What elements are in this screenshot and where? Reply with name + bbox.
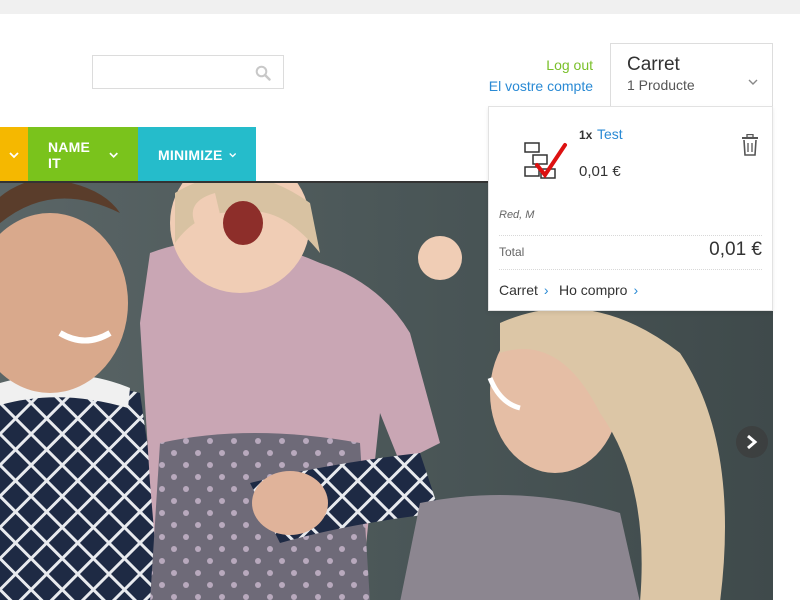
total-label: Total xyxy=(499,245,525,259)
nav-item-name-it[interactable]: NAME IT xyxy=(28,127,138,182)
search-input[interactable] xyxy=(93,56,243,88)
view-cart-link[interactable]: Carret › xyxy=(499,282,549,298)
view-cart-label: Carret xyxy=(499,282,538,298)
cart-title: Carret xyxy=(627,54,680,75)
nav-item-partial[interactable] xyxy=(0,127,28,182)
product-thumbnail[interactable] xyxy=(521,139,569,183)
divider xyxy=(499,269,762,270)
cart-header[interactable]: Carret 1 Producte xyxy=(610,43,773,107)
chevron-down-icon xyxy=(748,79,758,85)
cart-dropdown: 1x Test 0,01 € Red, M Total 0,01 € Carre… xyxy=(488,106,773,311)
item-name-link[interactable]: Test xyxy=(597,126,623,142)
slider-next-button[interactable] xyxy=(736,426,768,458)
main-nav: NAME IT MINIMIZE xyxy=(0,127,256,182)
divider xyxy=(499,235,762,236)
nav-item-label: NAME IT xyxy=(48,138,91,171)
account-link[interactable]: El vostre compte xyxy=(489,76,593,97)
nav-item-label: MINIMIZE xyxy=(158,146,223,163)
logout-link[interactable]: Log out xyxy=(489,55,593,76)
item-variant: Red, M xyxy=(499,209,535,221)
checkout-link[interactable]: Ho compro › xyxy=(559,282,638,298)
nav-item-minimize[interactable]: MINIMIZE xyxy=(138,127,256,182)
chevron-right-icon: › xyxy=(633,282,639,298)
chevron-down-icon xyxy=(228,152,236,157)
chevron-down-icon xyxy=(9,151,19,158)
top-strip xyxy=(0,0,800,14)
item-price: 0,01 € xyxy=(579,163,621,180)
search-icon[interactable] xyxy=(255,65,271,81)
checkout-label: Ho compro xyxy=(559,282,628,298)
trash-icon[interactable] xyxy=(740,134,760,156)
chevron-right-icon: › xyxy=(543,282,549,298)
cart-count: 1 Producte xyxy=(627,77,695,93)
account-links: Log out El vostre compte xyxy=(489,55,593,97)
total-value: 0,01 € xyxy=(709,239,762,260)
search-box[interactable] xyxy=(92,55,284,89)
chevron-down-icon xyxy=(109,152,118,158)
item-quantity: 1x xyxy=(579,128,593,142)
chevron-right-icon xyxy=(747,434,758,450)
